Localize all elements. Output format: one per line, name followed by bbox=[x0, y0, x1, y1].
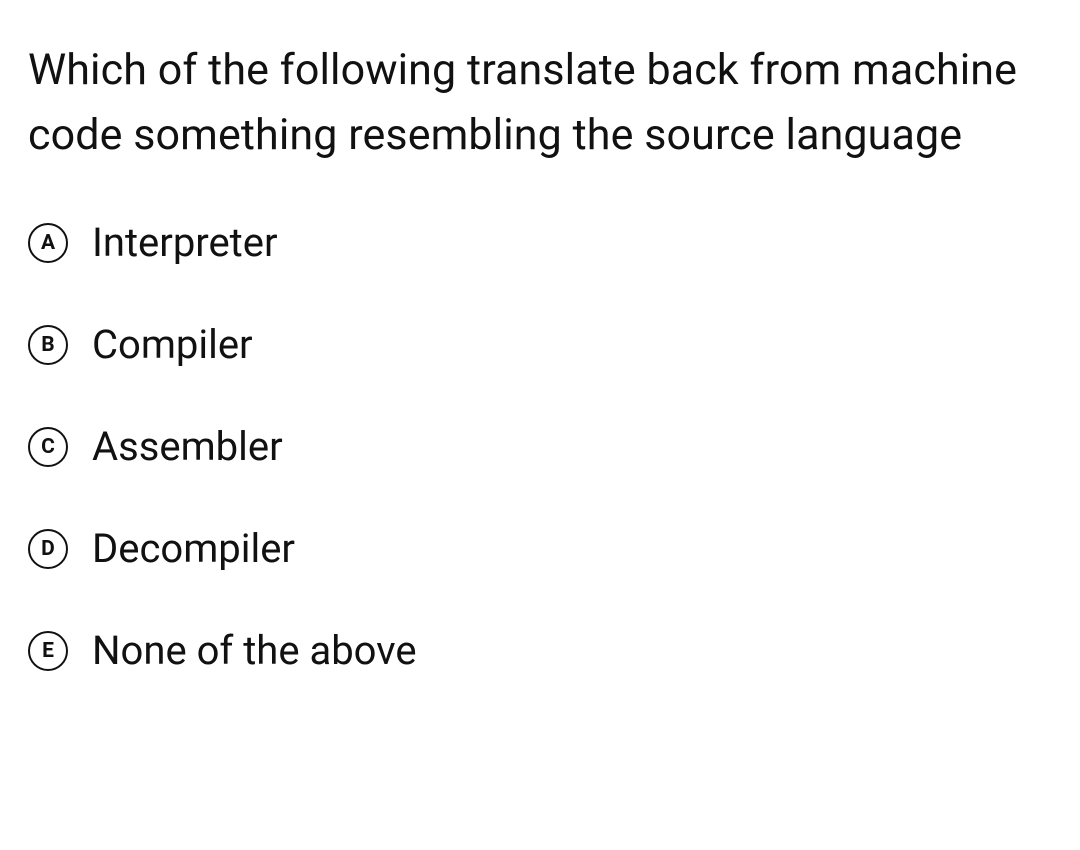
question-text: Which of the following translate back fr… bbox=[28, 38, 1052, 167]
option-text-b: Compiler bbox=[92, 325, 253, 365]
option-letter-e-icon: E bbox=[28, 631, 68, 671]
option-e[interactable]: E None of the above bbox=[28, 631, 1052, 671]
option-c[interactable]: C Assembler bbox=[28, 427, 1052, 467]
option-a[interactable]: A Interpreter bbox=[28, 223, 1052, 263]
option-b[interactable]: B Compiler bbox=[28, 325, 1052, 365]
option-letter-b-icon: B bbox=[28, 325, 68, 365]
option-text-a: Interpreter bbox=[92, 223, 278, 263]
option-text-e: None of the above bbox=[92, 631, 417, 671]
quiz-container: Which of the following translate back fr… bbox=[0, 0, 1080, 699]
option-letter-d-icon: D bbox=[28, 529, 68, 569]
option-text-c: Assembler bbox=[92, 427, 283, 467]
option-letter-c-icon: C bbox=[28, 427, 68, 467]
option-letter-a-icon: A bbox=[28, 223, 68, 263]
option-d[interactable]: D Decompiler bbox=[28, 529, 1052, 569]
options-list: A Interpreter B Compiler C Assembler D D… bbox=[28, 223, 1052, 671]
option-text-d: Decompiler bbox=[92, 529, 295, 569]
